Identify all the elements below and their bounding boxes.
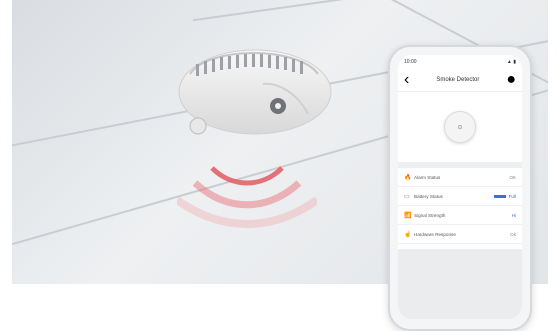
phone-screen: 10:00 ▲ ▮ ‹ Smoke Detector ● ⊙ 🔥 Alarm S… [398,55,522,319]
list-item-value: Full [508,193,516,199]
list-item[interactable]: ▭ Battery Status Full [398,187,522,206]
phone-mockup: 10:00 ▲ ▮ ‹ Smoke Detector ● ⊙ 🔥 Alarm S… [388,45,532,331]
list-item-label: Alarm Status [414,174,441,180]
phone-status-icons: ▲ ▮ [506,59,516,65]
list-item-value: Ok [510,231,516,237]
signal-icon: 📶 [404,212,412,219]
alarm-waves-illustration [177,166,317,228]
battery-level-bar [493,194,506,198]
list-item-label: Battery Status [414,193,443,199]
screen-empty-area [398,249,522,319]
app-header: ‹ Smoke Detector ● [398,69,522,92]
phone-time: 10:00 [404,59,417,65]
list-item[interactable]: 🔥 Alarm Status OK [398,168,522,187]
page-title: Smoke Detector [436,77,480,83]
alarm-icon: 🔥 [404,174,412,181]
list-item[interactable]: ☝ Hardware Response Ok [398,225,522,244]
battery-icon: ▭ [404,193,410,200]
list-item-label: Hardware Response [414,231,456,237]
list-item-value: Hi [511,212,516,218]
smoke-detector-illustration [178,49,332,135]
device-thumbnail: ⊙ [444,111,476,143]
list-item[interactable]: 📶 Signal Strength Hi [398,206,522,225]
device-preview: ⊙ [398,92,522,162]
phone-statusbar: 10:00 ▲ ▮ [398,55,522,69]
list-item-value: OK [509,174,516,180]
settings-icon[interactable]: ● [506,71,516,89]
hand-icon: ☝ [404,231,412,238]
device-thumb-icon: ⊙ [457,124,463,131]
back-icon[interactable]: ‹ [404,71,409,89]
list-item-label: Signal Strength [414,212,446,218]
